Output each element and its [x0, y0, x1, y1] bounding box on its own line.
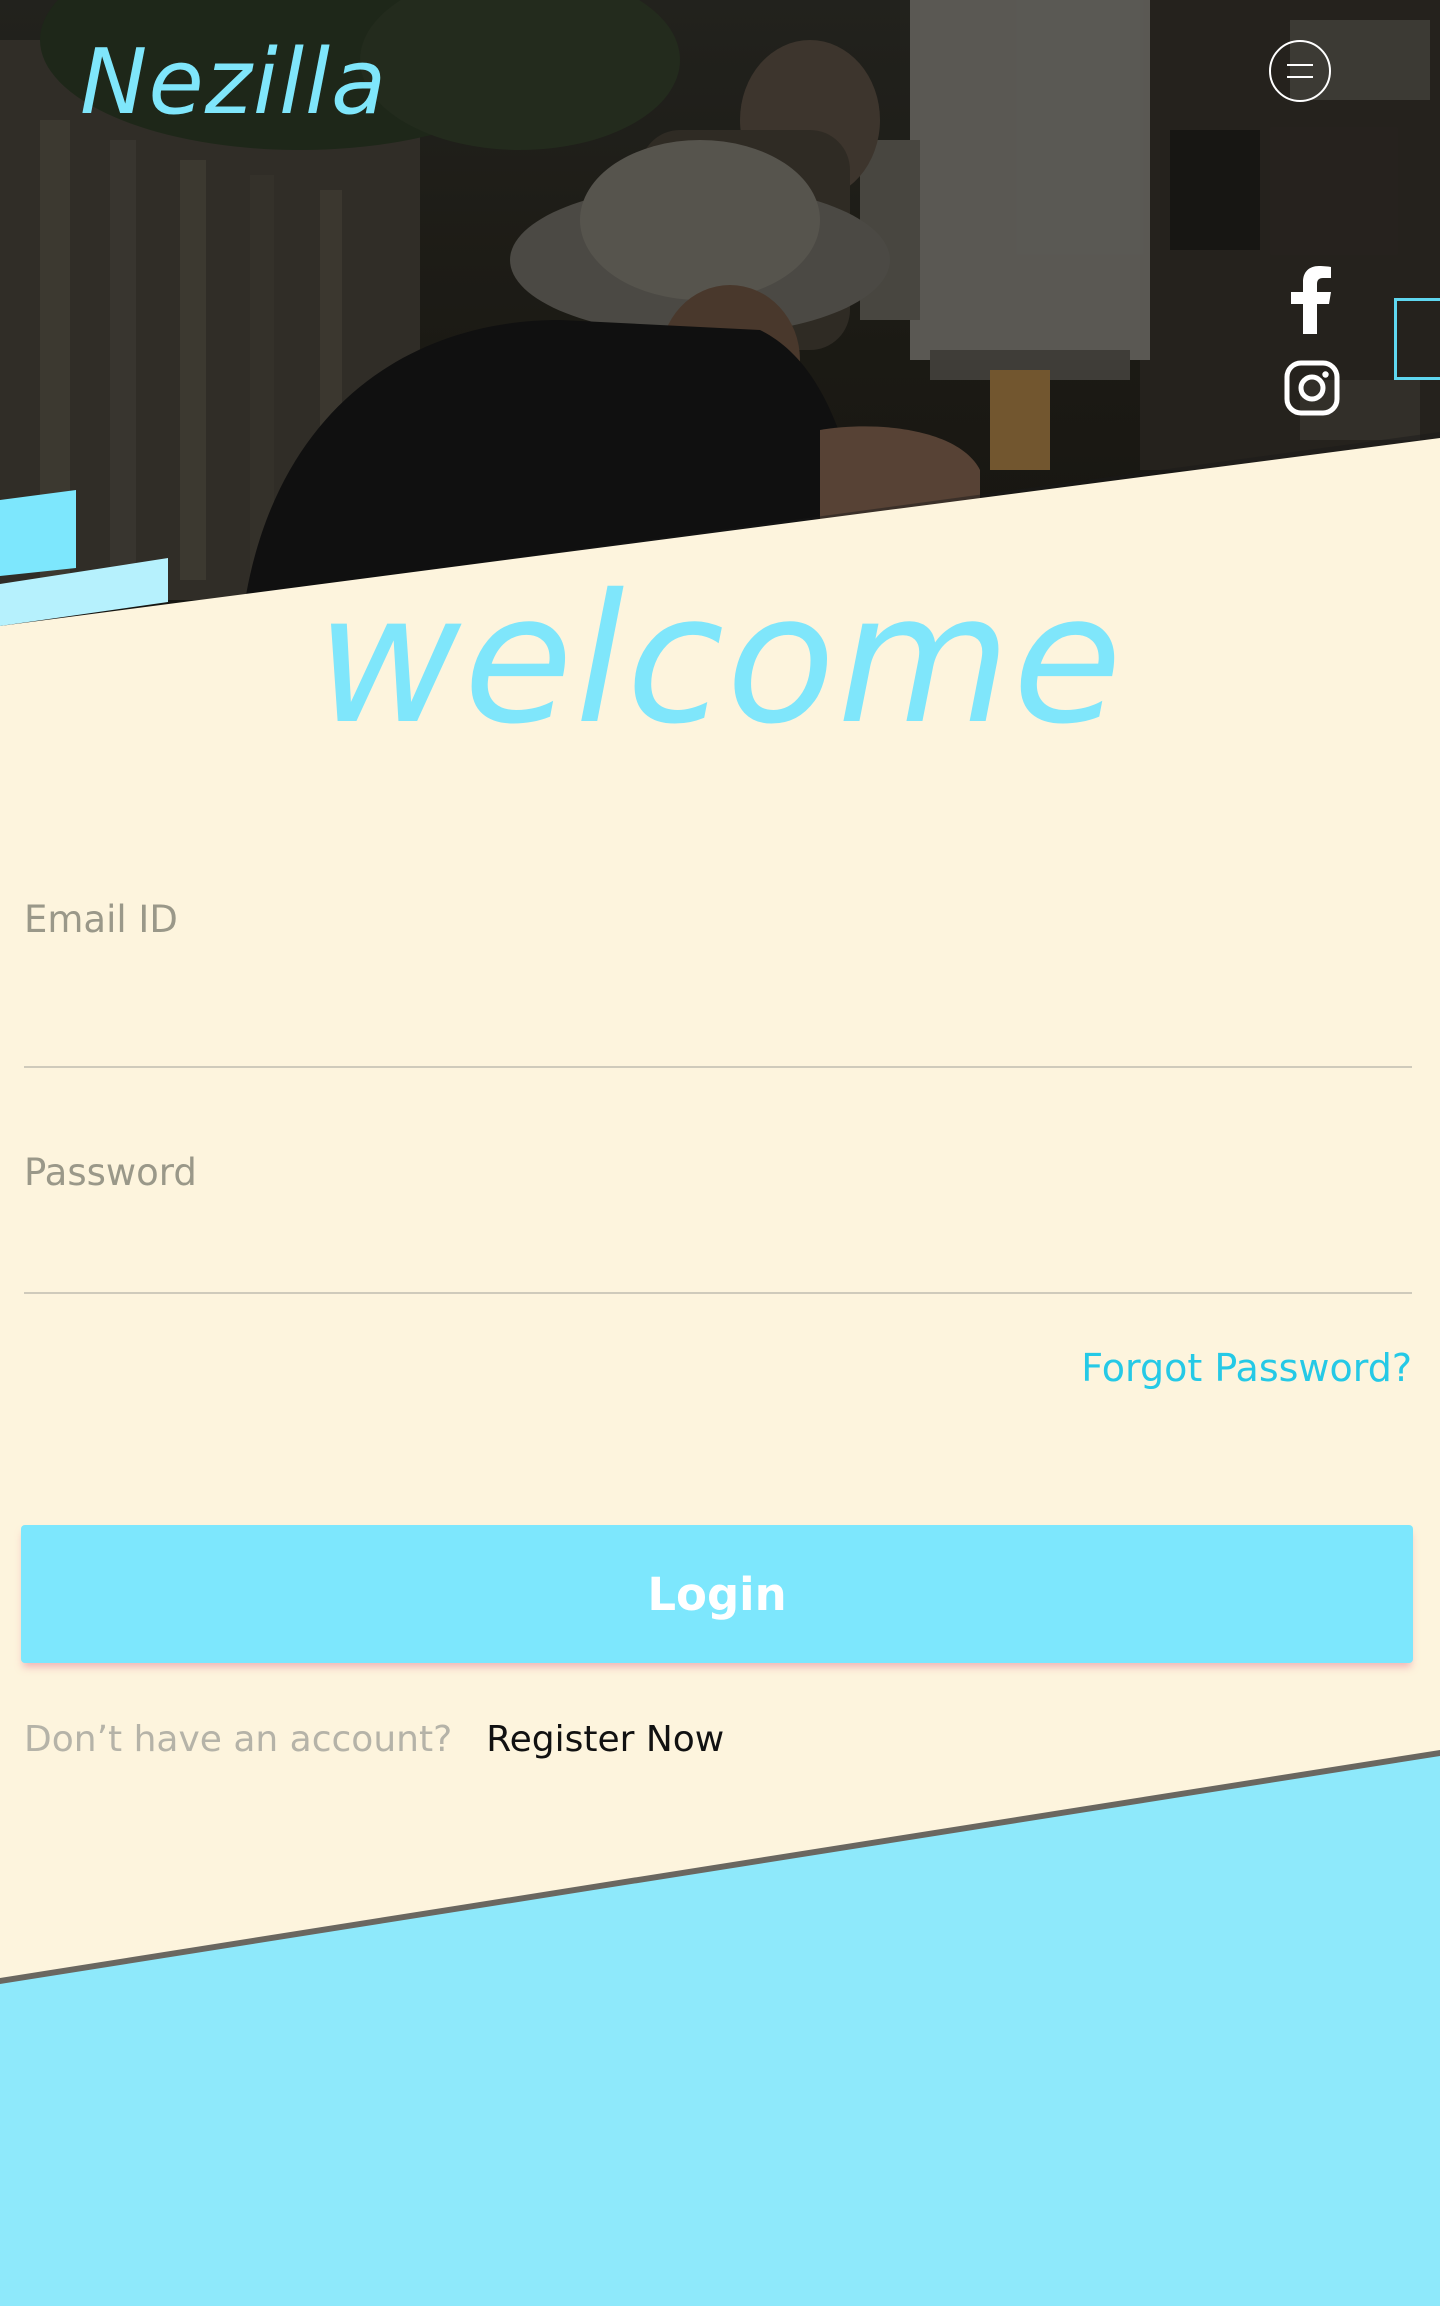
login-button[interactable]: Login [21, 1525, 1413, 1663]
email-input[interactable] [24, 882, 1412, 1066]
email-field[interactable] [24, 882, 1412, 1068]
decorative-frame [1394, 298, 1440, 380]
facebook-icon [1291, 266, 1331, 334]
menu-button[interactable] [1269, 40, 1331, 102]
password-input[interactable] [24, 1150, 1412, 1292]
facebook-link[interactable] [1283, 266, 1339, 334]
welcome-heading: welcome [315, 556, 1125, 763]
hamburger-menu-icon-line [1287, 76, 1313, 78]
register-now-link[interactable]: Register Now [486, 1719, 724, 1760]
instagram-icon [1284, 360, 1340, 416]
register-row: Don’t have an account? Register Now [24, 1712, 724, 1768]
brand-logo[interactable]: Nezilla [80, 28, 387, 138]
register-prompt: Don’t have an account? [24, 1719, 453, 1760]
forgot-password-link[interactable]: Forgot Password? [1081, 1340, 1412, 1396]
instagram-link[interactable] [1284, 360, 1340, 416]
password-field[interactable] [24, 1150, 1412, 1294]
hamburger-menu-icon [1287, 64, 1313, 66]
